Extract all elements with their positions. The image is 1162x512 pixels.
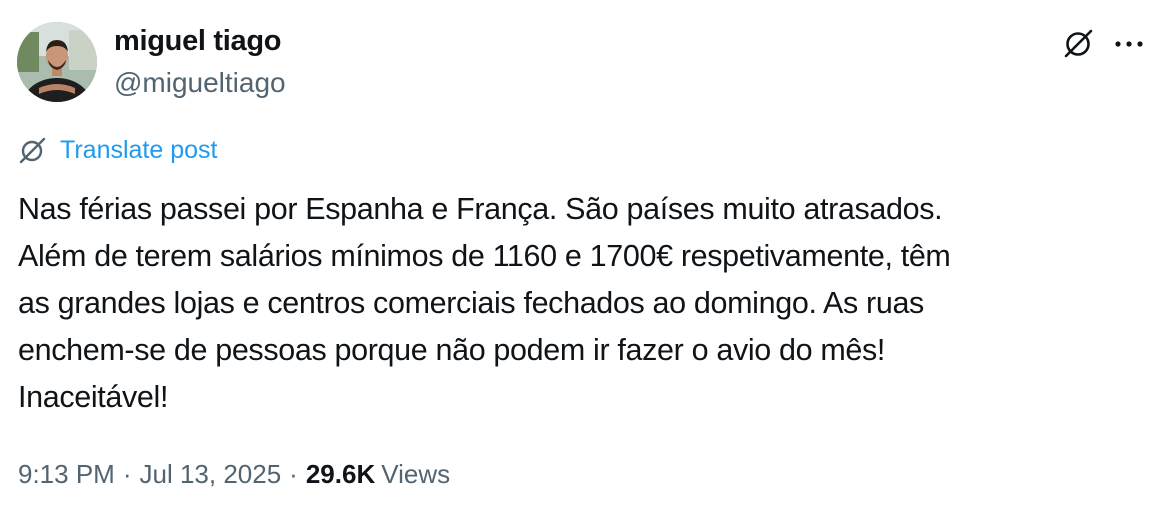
translate-post-link[interactable]: Translate post xyxy=(18,134,217,166)
post-text-line: Inaceitável! xyxy=(18,380,169,414)
post-text: Nas férias passei por Espanha e França. … xyxy=(18,186,1138,421)
avatar[interactable] xyxy=(17,22,97,102)
post-text-line: enchem-se de pessoas porque não podem ir… xyxy=(18,333,886,367)
post-date[interactable]: Jul 13, 2025 xyxy=(140,459,282,490)
translate-post-label: Translate post xyxy=(60,135,218,164)
tweet-card: miguel tiago @migueltiago Translate post… xyxy=(0,0,1162,512)
views-label: Views xyxy=(381,458,451,489)
post-text-line: Nas férias passei por Espanha e França. … xyxy=(18,192,943,226)
more-options-icon[interactable] xyxy=(1112,30,1146,58)
grok-translate-icon xyxy=(18,135,48,165)
post-time[interactable]: 9:13 PM xyxy=(18,459,115,490)
author-name[interactable]: miguel tiago xyxy=(114,24,281,58)
grok-icon[interactable] xyxy=(1062,26,1096,60)
views-count[interactable]: 29.6K xyxy=(306,459,375,490)
post-text-line: Além de terem salários mínimos de 1160 e… xyxy=(18,239,951,273)
author-handle[interactable]: @migueltiago xyxy=(114,66,286,100)
separator-dot: · xyxy=(289,458,298,489)
profile-photo-icon xyxy=(17,22,97,102)
post-metadata: 9:13 PM · Jul 13, 2025 · 29.6K Views xyxy=(18,456,450,492)
post-text-line: as grandes lojas e centros comerciais fe… xyxy=(18,286,924,320)
separator-dot: · xyxy=(122,458,132,489)
